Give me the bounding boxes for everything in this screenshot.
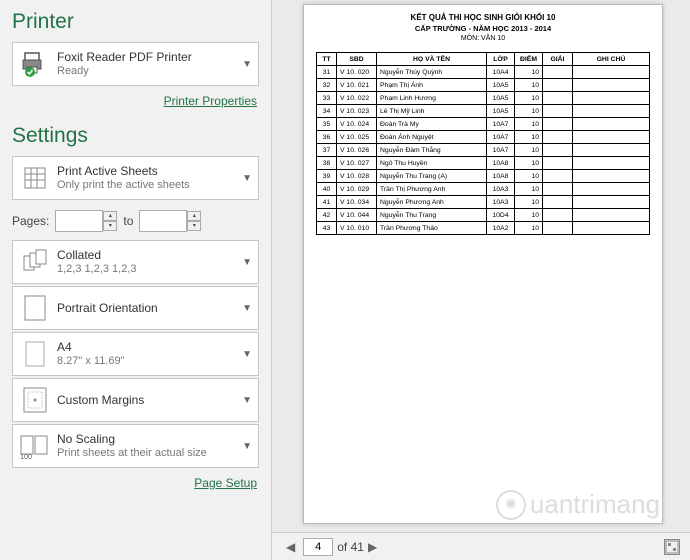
- paper-icon: [19, 338, 51, 370]
- table-row: 39V 10. 028Nguyễn Thu Trang (A)10A810: [317, 170, 650, 183]
- printer-name: Foxit Reader PDF Printer: [57, 50, 238, 64]
- pages-to-input[interactable]: [139, 210, 187, 232]
- printer-section-title: Printer: [12, 10, 259, 34]
- table-row: 32V 10. 021Phạm Thị Ánh10A510: [317, 79, 650, 92]
- table-row: 36V 10. 025Đoàn Ánh Nguyệt10A710: [317, 131, 650, 144]
- printer-selector[interactable]: Foxit Reader PDF Printer Ready ▼: [12, 42, 259, 86]
- table-row: 35V 10. 024Đoàn Trà My10A710: [317, 118, 650, 131]
- chevron-down-icon: ▼: [242, 349, 252, 360]
- preview-footer: ◀ of 41 ▶: [272, 532, 690, 560]
- chevron-down-icon: ▼: [242, 303, 252, 314]
- printer-properties-link[interactable]: Printer Properties: [164, 94, 257, 108]
- paper-sub: 8.27" x 11.69": [57, 355, 238, 368]
- sheets-icon: [19, 162, 51, 194]
- chevron-down-icon: ▼: [242, 395, 252, 406]
- orientation-selector[interactable]: Portrait Orientation ▼: [12, 286, 259, 330]
- chevron-down-icon: ▼: [242, 257, 252, 268]
- table-header: GIẢI: [543, 53, 573, 66]
- table-header: ĐIỂM: [515, 53, 543, 66]
- chevron-down-icon: ▼: [242, 59, 252, 70]
- orientation-main: Portrait Orientation: [57, 301, 238, 315]
- table-header: HỌ VÀ TÊN: [377, 53, 487, 66]
- preview-page: KẾT QUẢ THI HỌC SINH GIỎI KHỐI 10 CẤP TR…: [303, 4, 663, 524]
- table-row: 42V 10. 044Nguyễn Thu Trang10D410: [317, 209, 650, 222]
- table-row: 37V 10. 026Nguyễn Đàm Thắng10A710: [317, 144, 650, 157]
- printer-status: Ready: [57, 65, 238, 78]
- doc-title-1: KẾT QUẢ THI HỌC SINH GIỎI KHỐI 10: [316, 13, 650, 22]
- scaling-sub: Print sheets at their actual size: [57, 447, 238, 460]
- pages-from-input[interactable]: [55, 210, 103, 232]
- doc-table: TTSBDHỌ VÀ TÊNLỚPĐIỂMGIẢIGHI CHÚ 31V 10.…: [316, 52, 650, 235]
- svg-text:100: 100: [20, 454, 32, 459]
- margins-main: Custom Margins: [57, 393, 238, 407]
- page-setup-link[interactable]: Page Setup: [194, 476, 257, 490]
- print-area-sub: Only print the active sheets: [57, 179, 238, 192]
- table-header: SBD: [337, 53, 377, 66]
- doc-title-2: CẤP TRƯỜNG - NĂM HỌC 2013 - 2014: [316, 24, 650, 33]
- zoom-to-page-button[interactable]: [664, 539, 680, 555]
- settings-section-title: Settings: [12, 124, 259, 148]
- doc-title-3: MÔN: VĂN 10: [316, 35, 650, 42]
- collate-sub: 1,2,3 1,2,3 1,2,3: [57, 263, 238, 276]
- table-row: 41V 10. 034Nguyễn Phương Anh10A310: [317, 196, 650, 209]
- table-header: GHI CHÚ: [573, 53, 650, 66]
- table-row: 40V 10. 029Trần Thị Phương Anh10A310: [317, 183, 650, 196]
- next-page-button[interactable]: ▶: [364, 540, 381, 554]
- portrait-icon: [19, 292, 51, 324]
- table-row: 31V 10. 020Nguyễn Thúy Quỳnh10A410: [317, 66, 650, 79]
- table-row: 34V 10. 023Lê Thị Mỹ Linh10A510: [317, 105, 650, 118]
- chevron-down-icon: ▼: [242, 441, 252, 452]
- pages-label: Pages:: [12, 214, 49, 228]
- table-header: TT: [317, 53, 337, 66]
- table-header: LỚP: [487, 53, 515, 66]
- chevron-down-icon: ▼: [242, 173, 252, 184]
- page-total: of 41: [337, 540, 364, 554]
- scaling-selector[interactable]: 100 No Scaling Print sheets at their act…: [12, 424, 259, 468]
- prev-page-button[interactable]: ◀: [282, 540, 299, 554]
- margins-selector[interactable]: Custom Margins ▼: [12, 378, 259, 422]
- print-area-selector[interactable]: Print Active Sheets Only print the activ…: [12, 156, 259, 200]
- printer-ready-icon: [19, 48, 51, 80]
- print-area-main: Print Active Sheets: [57, 164, 238, 178]
- table-row: 33V 10. 022Phạm Linh Hương10A510: [317, 92, 650, 105]
- pages-to-stepper[interactable]: ▴▾: [187, 211, 201, 231]
- paper-main: A4: [57, 340, 238, 354]
- collate-selector[interactable]: Collated 1,2,3 1,2,3 1,2,3 ▼: [12, 240, 259, 284]
- pages-range-row: Pages: ▴▾ to ▴▾: [12, 210, 259, 232]
- pages-from-stepper[interactable]: ▴▾: [103, 211, 117, 231]
- scaling-icon: 100: [19, 430, 51, 462]
- margins-icon: [19, 384, 51, 416]
- table-row: 38V 10. 027Ngô Thu Huyền10A810: [317, 157, 650, 170]
- pages-to-label: to: [123, 214, 133, 228]
- collate-icon: [19, 246, 51, 278]
- paper-size-selector[interactable]: A4 8.27" x 11.69" ▼: [12, 332, 259, 376]
- collate-main: Collated: [57, 248, 238, 262]
- print-preview-area: KẾT QUẢ THI HỌC SINH GIỎI KHỐI 10 CẤP TR…: [272, 0, 690, 560]
- table-row: 43V 10. 010Trần Phương Thảo10A210: [317, 222, 650, 235]
- current-page-input[interactable]: [303, 538, 333, 556]
- scaling-main: No Scaling: [57, 432, 238, 446]
